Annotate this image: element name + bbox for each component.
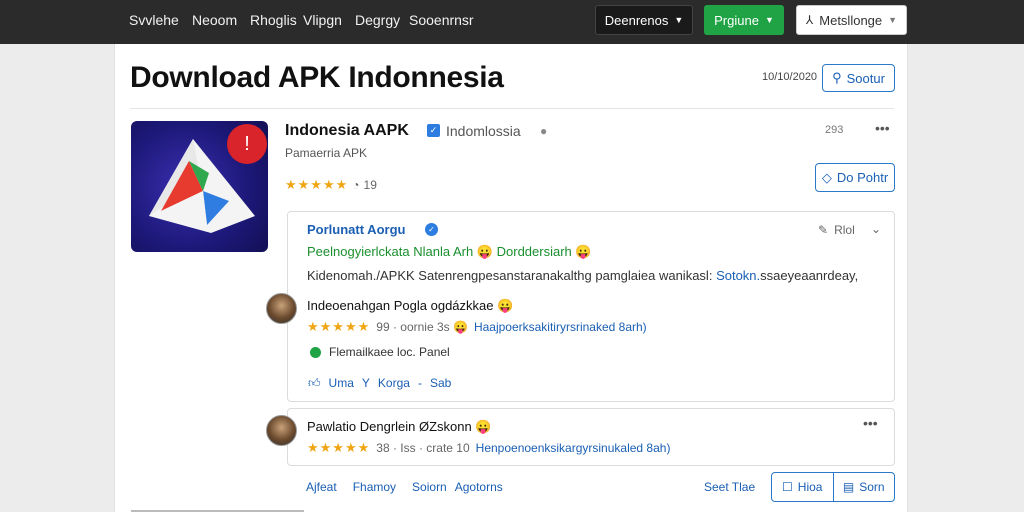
follow-button-label: Do Pohtr bbox=[836, 170, 889, 185]
reviews-panel: Porlunatt Aorgu ✓ ✎ Rlol ⌄ Peelnogyierlc… bbox=[266, 211, 895, 402]
review-action-reply[interactable]: Korga bbox=[378, 376, 410, 391]
nav-link-4[interactable]: Vlipgn bbox=[303, 12, 342, 28]
top-nav-bar: Svvlehe Neoom Rhoglis Vlipgn Degrgy Sooe… bbox=[0, 0, 1024, 44]
more-options-icon[interactable]: ••• bbox=[875, 120, 890, 136]
footer-link[interactable]: Soiorn bbox=[412, 480, 447, 494]
user-icon: ⅄ bbox=[805, 13, 814, 27]
app-icon: ! bbox=[131, 121, 268, 252]
app-name: Indonesia AAPK bbox=[285, 122, 409, 139]
review-author: Pawlatio Dengrlein ØZskonn 😛 bbox=[307, 419, 492, 434]
review-link[interactable]: Haajpoerksakitiryrsrinaked 8arh) bbox=[474, 320, 647, 334]
grid-view-button[interactable]: ▤ Sorn bbox=[832, 473, 895, 501]
comment-icon: ◔ bbox=[352, 178, 360, 192]
search-button-label: Sootur bbox=[846, 70, 885, 86]
account-menu-label: Metsllonge bbox=[819, 12, 883, 28]
page-date: 10/10/2020 bbox=[762, 71, 818, 83]
reviews-description: Kidenomah./APKK Satenrengpesanstaranakal… bbox=[307, 268, 858, 283]
notification-badge-icon: ! bbox=[227, 124, 267, 164]
reviews-highlight: Peelnogyierlckata Nlanla Arh 😛 Dorddersi… bbox=[307, 244, 592, 259]
app-developer-link[interactable]: Indomlossia bbox=[446, 123, 521, 139]
info-icon[interactable]: ● bbox=[540, 124, 547, 138]
search-icon: ⚲ bbox=[832, 70, 842, 85]
main-card: Download APK Indonnesia 10/10/2020 ⚲ Soo… bbox=[114, 44, 908, 512]
footer-link[interactable]: Fhamoy bbox=[353, 480, 396, 494]
follow-icon: ◇ bbox=[821, 169, 832, 185]
review-action-like[interactable]: Uma bbox=[329, 376, 354, 391]
footer-links: Ajfeat Fhamoy Soiorn Agotorns bbox=[306, 480, 503, 494]
nav-link-6[interactable]: Sooenrnsr bbox=[409, 12, 474, 28]
verified-check-icon: ✓ bbox=[425, 223, 438, 236]
primary-action-label: Prgiune bbox=[714, 12, 759, 28]
status-dot-icon bbox=[310, 346, 321, 358]
review-body: Flemailkaee loc. Panel bbox=[310, 345, 450, 359]
review-meta: ★★★★★ 99 · oornie 3s 😛 Haajpoerksakitiry… bbox=[307, 319, 647, 335]
primary-action-button[interactable]: Prgiune ▼ bbox=[704, 5, 784, 35]
footer-link[interactable]: Ajfeat bbox=[306, 480, 337, 494]
rating-stars: ★★★★★ bbox=[285, 177, 349, 192]
nav-dropdown-button[interactable]: Deenrenos ▼ bbox=[595, 5, 693, 35]
more-options-icon[interactable]: ••• bbox=[863, 415, 878, 431]
list-view-icon: ☐ bbox=[782, 480, 793, 494]
reviews-panel-title: Porlunatt Aorgu bbox=[307, 222, 406, 237]
caret-down-icon: ▼ bbox=[764, 15, 774, 25]
review-meta-text: 38 · Iss · crate 10 bbox=[376, 441, 470, 455]
review-stars: ★★★★★ bbox=[307, 319, 371, 334]
reviews-description-text: Kidenomah./APKK Satenrengpesanstaranakal… bbox=[307, 268, 713, 283]
page-title: Download APK Indonnesia bbox=[130, 61, 504, 94]
search-button[interactable]: ⚲ Sootur bbox=[822, 64, 895, 92]
thumbs-up-icon[interactable]: 👍︎ bbox=[308, 376, 321, 391]
app-subtitle: Pamaerria APK bbox=[285, 146, 368, 160]
review-action-share[interactable]: Sab bbox=[430, 376, 451, 391]
nav-link-1[interactable]: Svvlehe bbox=[129, 12, 179, 28]
review-link[interactable]: Henpoenoenksikargyrsinukaled 8ah) bbox=[476, 441, 671, 455]
follow-button[interactable]: ◇ Do Pohtr bbox=[815, 163, 895, 192]
app-rating: ★★★★★ ◔ 19 bbox=[285, 177, 377, 193]
caret-down-icon: ▼ bbox=[888, 15, 898, 25]
nav-link-5[interactable]: Degrgy bbox=[355, 12, 400, 28]
list-view-label: Hioa bbox=[797, 480, 823, 494]
notification-badge-symbol: ! bbox=[244, 132, 250, 155]
nav-link-3[interactable]: Rhoglis bbox=[250, 12, 297, 28]
review-action-separator: - bbox=[417, 376, 422, 390]
sort-link[interactable]: Seet Tlae bbox=[704, 480, 755, 494]
title-divider bbox=[130, 108, 894, 109]
caret-down-icon: ▼ bbox=[674, 15, 684, 25]
reviews-description-tail: ssaeyeaanrdeay, bbox=[760, 268, 859, 283]
chevron-down-icon[interactable]: ⌄ bbox=[871, 222, 881, 236]
reviews-description-link[interactable]: Sotokn. bbox=[716, 268, 760, 283]
review-action-yes[interactable]: Y bbox=[362, 376, 370, 391]
grid-view-label: Sorn bbox=[859, 480, 885, 494]
review-actions: 👍︎ Uma Y Korga - Sab bbox=[308, 376, 451, 391]
account-menu-button[interactable]: ⅄ Metsllonge ▼ bbox=[796, 5, 907, 35]
review-meta-text: 99 · oornie 3s 😛 bbox=[376, 320, 468, 334]
footer-link[interactable]: Agotorns bbox=[455, 480, 503, 494]
list-view-button[interactable]: ☐ Hioa bbox=[772, 473, 833, 501]
rating-count: 19 bbox=[363, 178, 377, 192]
avatar[interactable] bbox=[266, 415, 297, 446]
verified-icon: ✓ bbox=[427, 124, 440, 137]
reviews-sort-label: Rlol bbox=[834, 223, 855, 237]
review-card: Pawlatio Dengrlein ØZskonn 😛 ★★★★★ 38 · … bbox=[266, 408, 895, 466]
review-author: Indeoenahgan Pogla ogdázkkae 😛 bbox=[307, 298, 514, 313]
grid-view-icon: ▤ bbox=[842, 480, 855, 494]
review-stars: ★★★★★ bbox=[307, 440, 371, 455]
review-body-text: Flemailkaee loc. Panel bbox=[329, 345, 450, 359]
reviews-sort[interactable]: ✎ Rlol bbox=[818, 223, 855, 237]
app-count: 293 bbox=[825, 124, 844, 136]
nav-dropdown-label: Deenrenos bbox=[604, 12, 669, 28]
avatar[interactable] bbox=[266, 293, 297, 324]
review-meta: ★★★★★ 38 · Iss · crate 10 Henpoenoenksik… bbox=[307, 440, 670, 456]
view-toggle-group: ☐ Hioa ▤ Sorn bbox=[771, 472, 895, 502]
nav-link-2[interactable]: Neoom bbox=[192, 12, 237, 28]
edit-icon: ✎ bbox=[818, 223, 829, 237]
